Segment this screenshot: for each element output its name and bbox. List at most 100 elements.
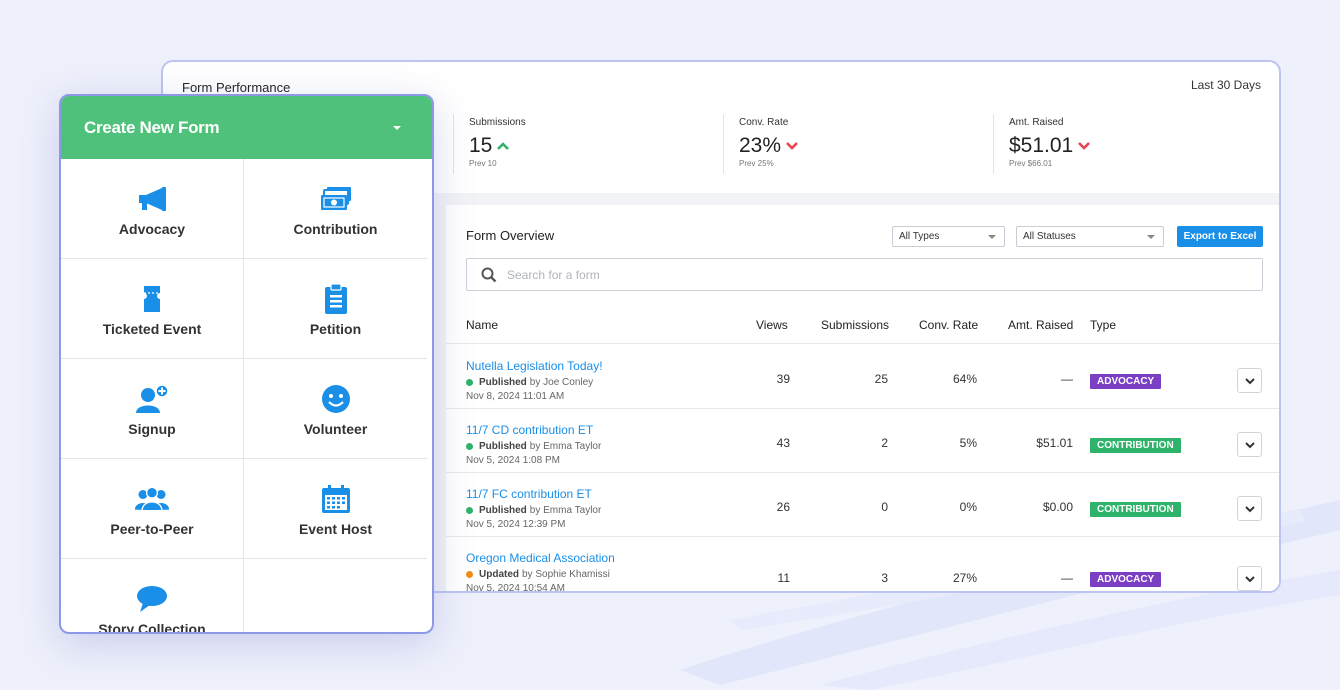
views-value: 39 [776, 372, 790, 386]
divider [446, 408, 1279, 409]
tile-label: Advocacy [118, 221, 186, 237]
conv-rate-value: 27% [952, 571, 977, 585]
kpi-value-row: $51.01 [1009, 134, 1091, 158]
column-header-amount[interactable]: Amt. Raised [1008, 318, 1073, 332]
tile-event-host[interactable]: Event Host [244, 459, 427, 559]
kpi-value-row: 15 [469, 134, 526, 158]
submissions-value: 0 [881, 500, 888, 514]
tile-label: Contribution [293, 221, 378, 237]
tile-label: Petition [309, 321, 362, 337]
group-icon [134, 484, 170, 514]
create-form-dropdown-header[interactable]: Create New Form [61, 96, 432, 159]
column-header-conv-rate[interactable]: Conv. Rate [919, 318, 978, 332]
column-header-submissions[interactable]: Submissions [821, 318, 889, 332]
status-dot-icon [466, 571, 473, 578]
chevron-down-icon [1245, 576, 1255, 583]
type-badge: CONTRIBUTION [1090, 502, 1181, 517]
status-label: Published [479, 441, 527, 452]
megaphone-icon [134, 184, 170, 214]
form-date: Nov 5, 2024 12:39 PM [466, 519, 566, 530]
kpi-amount-raised: Amt. Raised $51.01 Prev $66.01 [993, 114, 1091, 174]
row-actions-button[interactable] [1237, 496, 1262, 521]
tile-volunteer[interactable]: Volunteer [244, 359, 427, 459]
form-overview-card: Form Overview All Types All Statuses Exp… [446, 205, 1279, 593]
type-badge: CONTRIBUTION [1090, 438, 1181, 453]
date-range-label[interactable]: Last 30 Days [1191, 78, 1261, 92]
status-label: Published [479, 377, 527, 388]
form-name-link[interactable]: Nutella Legislation Today! [466, 359, 603, 373]
kpi-previous: Prev 10 [469, 159, 497, 168]
form-name-link[interactable]: 11/7 CD contribution ET [466, 423, 593, 437]
kpi-previous: Prev 25% [739, 159, 774, 168]
create-form-title: Create New Form [84, 118, 220, 137]
kpi-conv-rate: Conv. Rate 23% Prev 25% [723, 114, 798, 174]
clipboard-icon [318, 283, 354, 314]
form-status: Published by Emma Taylor [466, 505, 601, 516]
status-filter-select[interactable]: All Statuses [1016, 226, 1164, 247]
tile-story-collection[interactable]: Story Collection [61, 559, 244, 634]
form-date: Nov 8, 2024 11:01 AM [466, 391, 565, 402]
tile-label: Story Collection [98, 621, 206, 634]
trend-down-icon [1078, 142, 1091, 150]
search-icon [481, 267, 497, 283]
type-filter-value: All Types [899, 231, 940, 242]
create-new-form-panel: Create New Form Advocacy Contribution Ti… [59, 94, 434, 634]
export-excel-button[interactable]: Export to Excel [1177, 226, 1263, 247]
column-header-type[interactable]: Type [1090, 318, 1116, 332]
form-name-link[interactable]: Oregon Medical Association [466, 551, 615, 565]
kpi-previous: Prev $66.01 [1009, 159, 1053, 168]
amount-value: $51.01 [1036, 436, 1073, 450]
conv-rate-value: 5% [959, 436, 977, 450]
tile-ticketed-event[interactable]: Ticketed Event [61, 259, 244, 359]
chevron-down-icon [1245, 378, 1255, 385]
kpi-submissions: Submissions 15 Prev 10 [453, 114, 526, 174]
performance-title: Form Performance [182, 80, 291, 95]
views-value: 11 [777, 571, 790, 585]
row-actions-button[interactable] [1237, 566, 1262, 591]
status-label: Updated [479, 569, 519, 580]
chevron-down-icon [988, 235, 996, 239]
form-name-link[interactable]: 11/7 FC contribution ET [466, 487, 592, 501]
trend-down-icon [786, 142, 798, 150]
tile-petition[interactable]: Petition [244, 259, 427, 359]
search-input[interactable] [507, 266, 1207, 284]
amount-value: $0.00 [1042, 500, 1073, 514]
form-date: Nov 5, 2024 10:54 AM [466, 583, 565, 593]
status-author: by Emma Taylor [529, 505, 602, 516]
status-author: by Joe Conley [529, 377, 594, 388]
type-badge: ADVOCACY [1090, 572, 1162, 587]
table-row: Oregon Medical Association Updated by So… [446, 542, 1279, 593]
tile-signup[interactable]: Signup [61, 359, 244, 459]
chevron-down-icon [1245, 442, 1255, 449]
search-field[interactable] [466, 258, 1263, 291]
status-label: Published [479, 505, 527, 516]
kpi-value: 23% [739, 134, 782, 157]
submissions-value: 2 [881, 436, 888, 450]
form-date: Nov 5, 2024 1:08 PM [466, 455, 560, 466]
status-dot-icon [466, 379, 473, 386]
table-row: 11/7 FC contribution ET Published by Emm… [446, 478, 1279, 542]
kpi-value-row: 23% [739, 134, 798, 158]
status-author: by Sophie Khamissi [522, 569, 610, 580]
status-dot-icon [466, 443, 473, 450]
column-header-name[interactable]: Name [466, 318, 498, 332]
views-value: 43 [776, 436, 790, 450]
tile-advocacy[interactable]: Advocacy [61, 159, 244, 259]
divider [446, 343, 1279, 344]
divider [446, 536, 1279, 537]
row-actions-button[interactable] [1237, 432, 1262, 457]
chat-bubble-icon [134, 584, 170, 614]
tile-peer-to-peer[interactable]: Peer-to-Peer [61, 459, 244, 559]
row-actions-button[interactable] [1237, 368, 1262, 393]
tile-label: Event Host [298, 521, 373, 537]
table-row: 11/7 CD contribution ET Published by Emm… [446, 414, 1279, 478]
column-header-views[interactable]: Views [756, 318, 788, 332]
tile-contribution[interactable]: Contribution [244, 159, 427, 259]
status-author: by Emma Taylor [529, 441, 602, 452]
tile-label: Ticketed Event [102, 321, 202, 337]
type-filter-select[interactable]: All Types [892, 226, 1005, 247]
kpi-label: Conv. Rate [739, 117, 789, 128]
amount-value: — [1061, 571, 1073, 585]
type-badge: ADVOCACY [1090, 374, 1162, 389]
tile-empty [244, 559, 427, 632]
